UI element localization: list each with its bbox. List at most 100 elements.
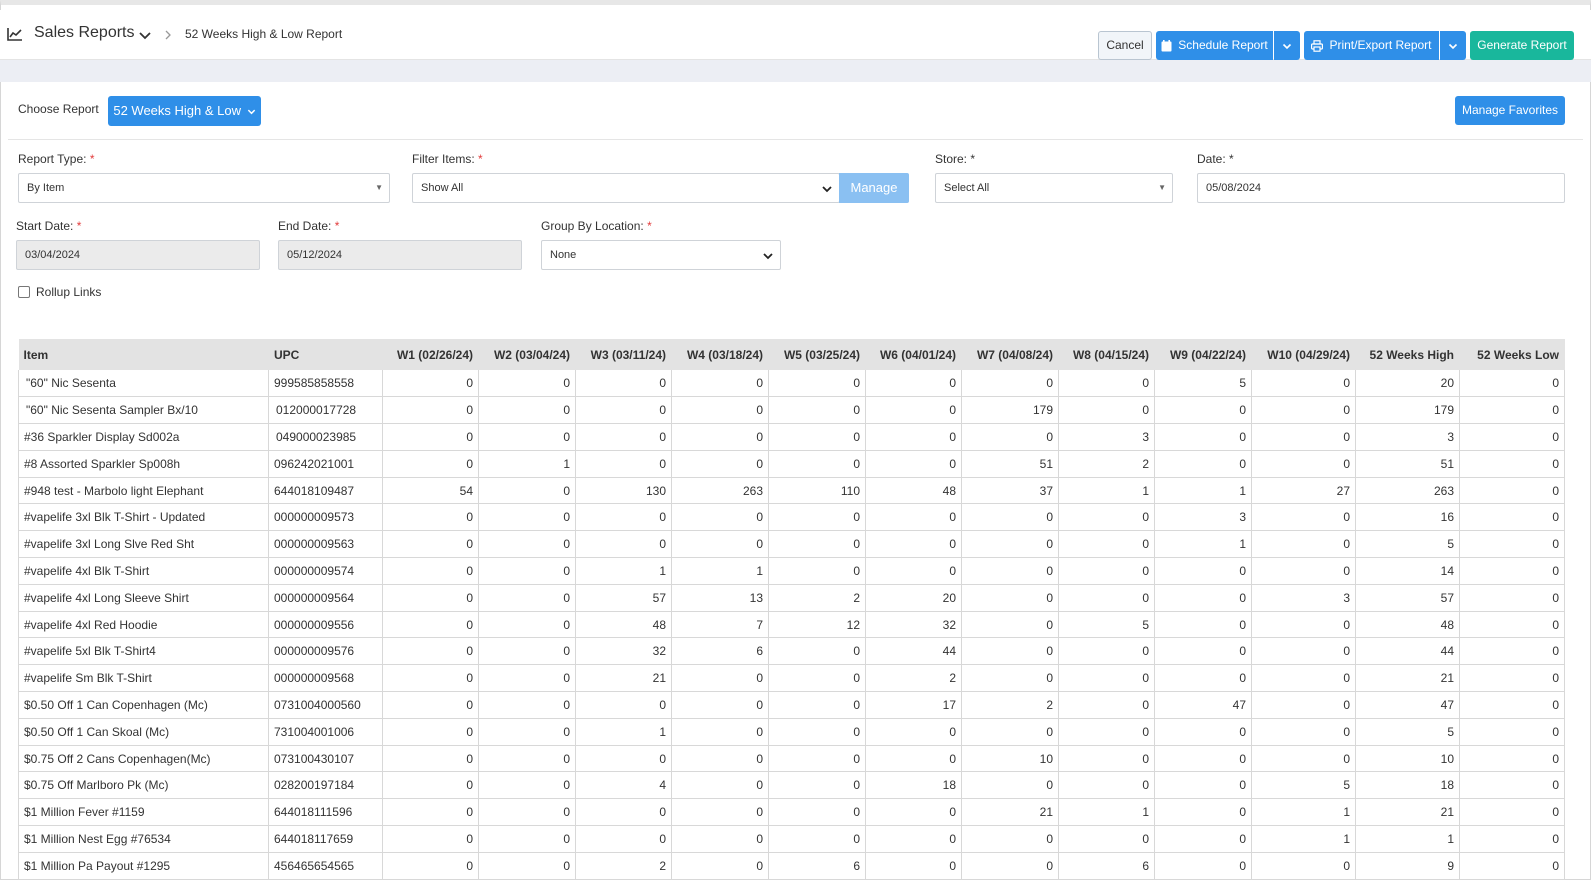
- value-cell: 0: [382, 664, 479, 693]
- upc-cell: 028200197184: [268, 771, 383, 800]
- value-cell: 179: [961, 396, 1059, 425]
- schedule-report-button[interactable]: Schedule Report: [1156, 31, 1273, 60]
- value-cell: 0: [671, 745, 769, 773]
- value-cell: 0: [1154, 584, 1252, 612]
- value-cell: 0: [961, 370, 1059, 398]
- value-cell: 0: [382, 370, 479, 398]
- value-cell: 2: [865, 664, 962, 693]
- value-cell: 0: [1251, 450, 1356, 478]
- group-by-location-select[interactable]: None: [541, 240, 781, 270]
- value-cell: 0: [961, 423, 1059, 451]
- value-cell: 0: [478, 584, 576, 612]
- value-cell: 0: [961, 852, 1059, 880]
- value-cell: 0: [478, 557, 576, 585]
- value-cell: 0: [1251, 557, 1356, 585]
- value-cell: 44: [1355, 637, 1460, 666]
- group-by-location-label: Group By Location: *: [541, 219, 652, 233]
- item-cell: #vapelife Sm Blk T-Shirt: [18, 664, 269, 693]
- item-cell: $0.75 Off 2 Cans Copenhagen(Mc): [18, 745, 269, 773]
- chevron-down-icon[interactable]: [138, 28, 152, 42]
- table-row: #vapelife 3xl Long Slve Red Sht 000000009…: [18, 530, 1565, 559]
- column-header[interactable]: W7 (04/08/24): [961, 339, 1059, 370]
- value-cell: 1: [1355, 825, 1460, 853]
- report-table: Item UPC W1 (02/26/24) W2 (03/04/24) W3 (03/…: [18, 339, 1565, 880]
- store-label-text: Store:: [935, 152, 968, 166]
- column-header[interactable]: W3 (03/11/24): [575, 339, 672, 370]
- value-cell: 263: [1355, 477, 1460, 505]
- filter-items-select[interactable]: Show All: [412, 173, 840, 203]
- value-cell: 0: [1251, 370, 1356, 398]
- value-cell: 0: [865, 370, 962, 398]
- value-cell: 0: [768, 557, 866, 585]
- value-cell: 0: [382, 423, 479, 451]
- print-export-report-button[interactable]: Print/Export Report: [1304, 31, 1439, 60]
- column-header[interactable]: Item: [18, 339, 269, 370]
- column-header[interactable]: W4 (03/18/24): [671, 339, 769, 370]
- value-cell: 0: [382, 637, 479, 666]
- value-cell: 0: [478, 637, 576, 666]
- upc-cell: 456465654565: [268, 852, 383, 880]
- value-cell: 0: [1251, 423, 1356, 451]
- column-header[interactable]: W10 (04/29/24): [1251, 339, 1356, 370]
- start-date-input[interactable]: 03/04/2024: [16, 240, 260, 270]
- value-cell: 0: [1154, 557, 1252, 585]
- value-cell: 48: [575, 611, 672, 639]
- table-row: #vapelife 3xl Blk T-Shirt - Updated 00000…: [18, 503, 1565, 532]
- value-cell: 0: [575, 450, 672, 478]
- value-cell: 0: [575, 396, 672, 425]
- item-cell: "60" Nic Sesenta Sampler Bx/10: [18, 396, 269, 425]
- value-cell: 3: [1058, 423, 1155, 451]
- value-cell: 0: [1459, 557, 1565, 585]
- value-cell: 0: [1459, 370, 1565, 398]
- column-header[interactable]: W5 (03/25/24): [768, 339, 866, 370]
- schedule-report-dropdown[interactable]: [1274, 31, 1300, 60]
- value-cell: 0: [768, 798, 866, 827]
- upc-cell: 731004001006: [268, 718, 383, 746]
- column-header[interactable]: W9 (04/22/24): [1154, 339, 1252, 370]
- value-cell: 0: [768, 664, 866, 693]
- value-cell: 0: [1459, 825, 1565, 853]
- value-cell: 48: [1355, 611, 1460, 639]
- column-header[interactable]: W2 (03/04/24): [478, 339, 576, 370]
- value-cell: 0: [1058, 557, 1155, 585]
- column-header[interactable]: 52 Weeks High: [1355, 339, 1460, 370]
- value-cell: 0: [865, 852, 962, 880]
- item-cell: #vapelife 5xl Blk T-Shirt4: [18, 637, 269, 666]
- value-cell: 0: [671, 718, 769, 746]
- cancel-button[interactable]: Cancel: [1098, 31, 1152, 60]
- value-cell: 44: [865, 637, 962, 666]
- choose-report-dropdown[interactable]: 52 Weeks High & Low: [108, 96, 261, 126]
- store-select[interactable]: Select All ▼: [935, 173, 1173, 203]
- value-cell: 2: [1058, 450, 1155, 478]
- value-cell: 1: [478, 450, 576, 478]
- column-header[interactable]: UPC: [268, 339, 383, 370]
- value-cell: 21: [1355, 664, 1460, 693]
- line-chart-icon: [7, 28, 22, 41]
- print-export-dropdown[interactable]: [1440, 31, 1466, 60]
- group-by-value: None: [550, 249, 577, 261]
- value-cell: 16: [1355, 503, 1460, 532]
- column-header[interactable]: W8 (04/15/24): [1058, 339, 1155, 370]
- column-header[interactable]: W1 (02/26/24): [382, 339, 479, 370]
- rollup-links-checkbox[interactable]: [18, 286, 30, 298]
- value-cell: 0: [961, 825, 1059, 853]
- generate-report-button[interactable]: Generate Report: [1470, 31, 1574, 60]
- end-date-input[interactable]: 05/12/2024: [278, 240, 522, 270]
- date-input[interactable]: 05/08/2024: [1197, 173, 1565, 203]
- page-title[interactable]: Sales Reports: [34, 24, 135, 42]
- value-cell: 0: [1154, 718, 1252, 746]
- column-header[interactable]: W6 (04/01/24): [865, 339, 962, 370]
- breadcrumb: 52 Weeks High & Low Report: [185, 27, 343, 41]
- value-cell: 32: [865, 611, 962, 639]
- value-cell: 0: [671, 691, 769, 719]
- value-cell: 0: [1058, 370, 1155, 398]
- value-cell: 0: [1058, 664, 1155, 693]
- report-type-select[interactable]: By Item ▼: [18, 173, 390, 203]
- table-row: $0.50 Off 1 Can Copenhagen (Mc) 073100400…: [18, 691, 1565, 719]
- table-row: #vapelife 5xl Blk T-Shirt4 000000009576 0 0…: [18, 637, 1565, 666]
- value-cell: 0: [1459, 745, 1565, 773]
- column-header[interactable]: 52 Weeks Low: [1459, 339, 1565, 370]
- manage-filter-button[interactable]: Manage: [839, 173, 909, 203]
- item-cell: $1 Million Fever #1159: [18, 798, 269, 827]
- manage-favorites-button[interactable]: Manage Favorites: [1455, 96, 1565, 125]
